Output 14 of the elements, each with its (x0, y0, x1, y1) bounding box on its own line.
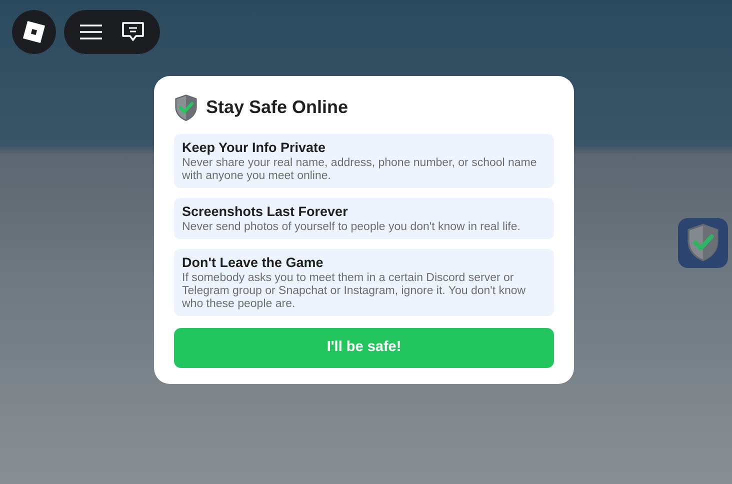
confirm-button[interactable]: I'll be safe! (174, 328, 554, 368)
shield-icon (686, 223, 720, 263)
tip-text: If somebody asks you to meet them in a certain Discord server or Telegram group or Snapchat or Instagram, ignore it. You don't know who these people are. (182, 272, 527, 311)
chat-icon[interactable] (120, 21, 144, 43)
dialog-title: Stay Safe Online (206, 96, 348, 120)
tip-heading: Screenshots Last Forever (182, 202, 349, 221)
tip-text: Never share your real name, address, phone number, or school name with anyone you meet online. (182, 156, 538, 183)
tip-heading: Don't Leave the Game (182, 254, 324, 272)
tip-heading: Keep Your Info Private (182, 138, 327, 157)
shield-icon (174, 94, 198, 122)
tip-text: Never send photos of yourself to people you don't know in real life. (182, 220, 522, 234)
menu-icon[interactable] (80, 24, 102, 40)
roblox-logo-icon (23, 21, 45, 43)
shield-button[interactable] (678, 218, 728, 268)
